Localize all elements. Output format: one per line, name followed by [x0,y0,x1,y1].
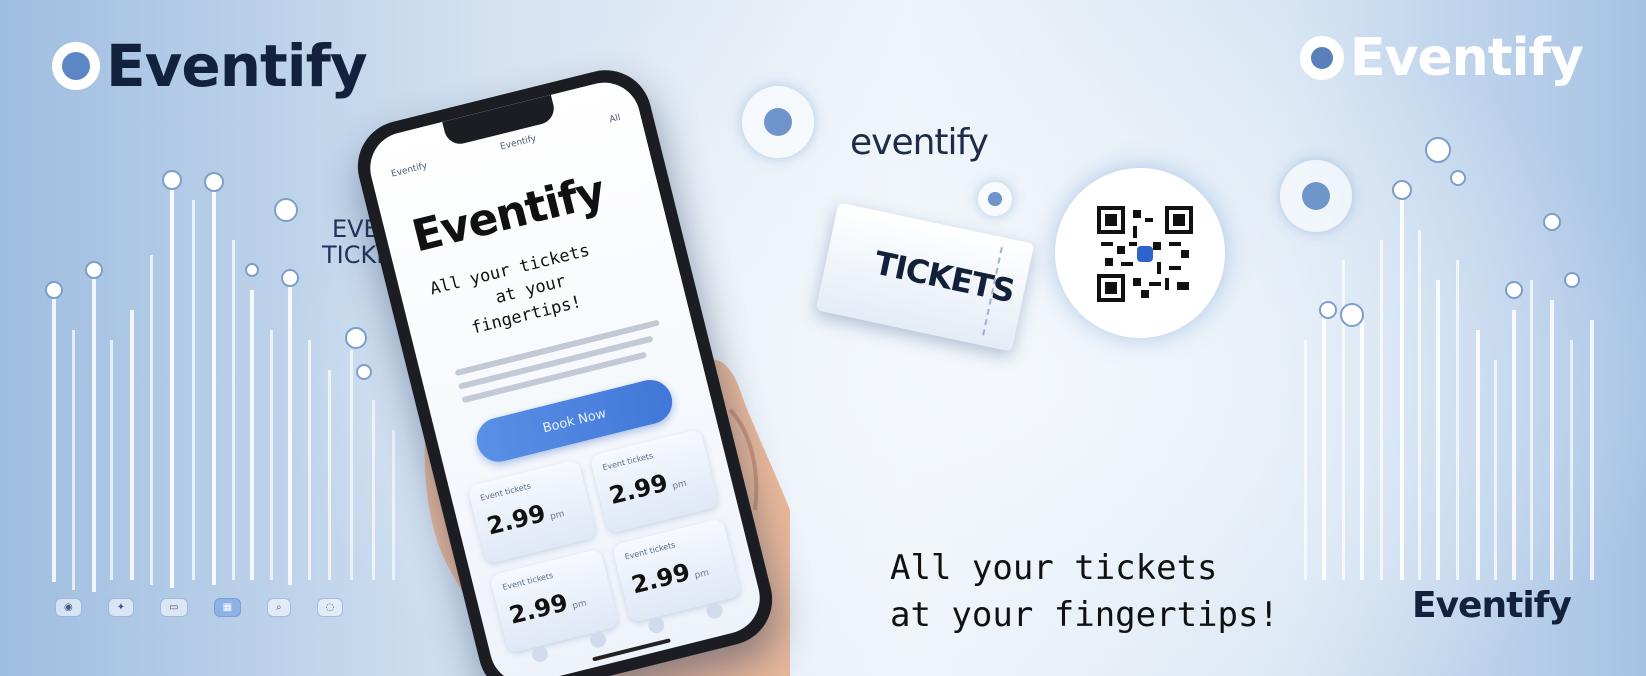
ticket-card-price: 2.99pm [606,464,688,510]
price-value: 2.99 [484,499,549,541]
bottom-icon-row: ◉ ✦ ▭ ▦ ⌕ ◌ [55,598,344,617]
dock-profile-icon[interactable] [704,600,725,621]
ticket-card-label: Event tickets [479,481,532,503]
status-right: All [608,112,622,126]
dot-badge-icon [978,182,1012,216]
brand-name: Eventify [106,32,368,100]
search-icon: ⌕ [267,598,291,617]
price-value: 2.99 [506,588,571,630]
grid-icon: ▦ [213,598,242,617]
brand-logo-top-right: Eventify [1300,28,1584,88]
right-bar-cluster [1304,200,1594,580]
brand-center-wordmark: eventify [850,122,989,163]
status-left: Eventify [390,161,429,180]
dock-search-icon[interactable] [646,615,666,635]
price-unit: pm [693,567,711,582]
price-unit: pm [671,478,688,492]
price-unit: pm [571,598,588,612]
ticket-card-label: Event tickets [501,570,555,593]
dock-ticket-icon[interactable] [588,629,608,650]
brand-name: Eventify [1350,28,1584,88]
brand-logo-top-left: Eventify [52,32,368,100]
chat-icon: ◌ [316,598,344,617]
dock-home-icon[interactable] [530,644,550,664]
price-value: 2.99 [628,557,693,600]
price-unit: pm [549,509,566,523]
wand-icon: ✦ [107,598,135,617]
app-tagline: All your tickets at your fingertips! [428,240,592,342]
ticket-card[interactable]: Event tickets 2.99pm [467,459,598,565]
ticket-card-label: Event tickets [601,451,655,473]
v-badge-icon [742,86,814,158]
ticket-card[interactable]: Event tickets 2.99pm [589,428,720,534]
brand-mark-icon [1300,36,1344,80]
ticket-card-label: Event tickets [623,540,677,562]
face-badge-icon [1280,160,1352,232]
status-center: Eventify [499,133,538,153]
qr-code-icon [1097,206,1193,302]
decorative-bars [45,137,1594,592]
ticket-card-price: 2.99pm [506,584,588,630]
ticket-card-price: 2.99pm [629,553,711,599]
banner: Eventify Eventify eventify EVENT TICKETS… [0,0,1646,676]
ticket-card-price: 2.99pm [484,495,566,541]
ticket-icon: ▭ [160,598,188,617]
qr-code-badge [1055,168,1225,338]
banner-tagline: All your tickets at your fingertips! [890,548,1279,635]
home-icon: ◉ [55,598,82,617]
price-value: 2.99 [606,468,671,511]
brand-mark-icon [52,42,100,90]
brand-logo-bottom-right: Eventify [1412,585,1572,626]
